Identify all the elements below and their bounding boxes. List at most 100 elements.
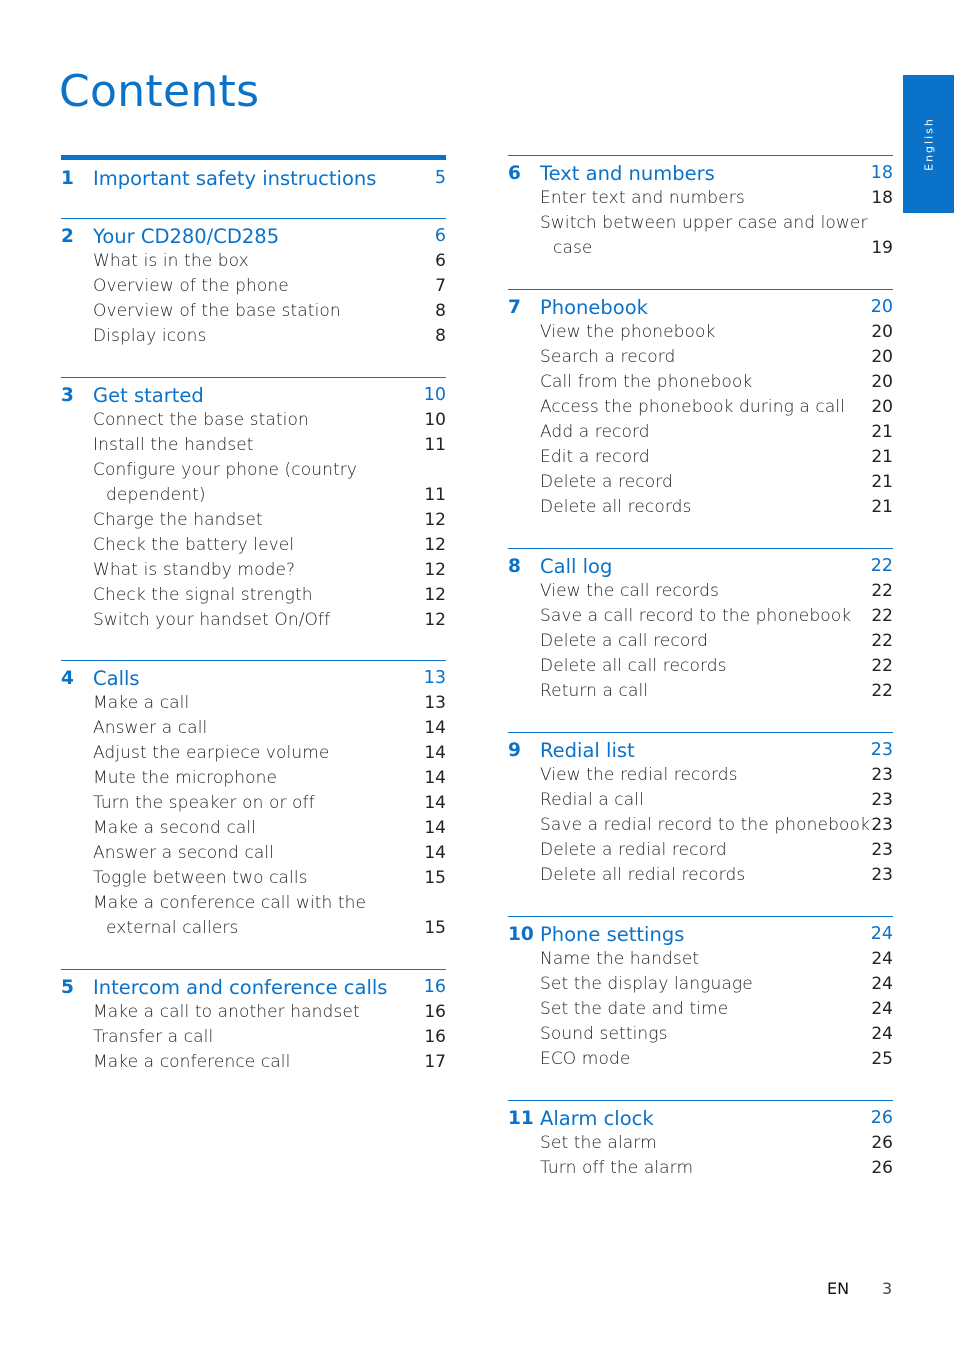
toc-item[interactable]: Delete a call record 22	[508, 629, 893, 654]
toc-item[interactable]: Enter text and numbers 18	[508, 186, 893, 211]
toc-item[interactable]: Set the date and time 24	[508, 997, 893, 1022]
toc-item[interactable]: Delete a redial record 23	[508, 838, 893, 863]
toc-section-heading[interactable]: 2 Your CD280/CD285 6	[61, 224, 446, 249]
toc-item-title-link[interactable]: Delete all call records	[540, 654, 727, 679]
toc-item[interactable]: Overview of the phone 7	[61, 274, 446, 299]
toc-item-title-link[interactable]: Set the alarm	[540, 1131, 657, 1156]
toc-item[interactable]: Set the alarm 26	[508, 1131, 893, 1156]
toc-item-title-link[interactable]: Charge the handset	[93, 508, 263, 533]
toc-item-title-link[interactable]: Delete all records	[540, 495, 692, 520]
toc-item-continuation[interactable]: external callers 15	[61, 916, 446, 941]
toc-section-heading[interactable]: 7 Phonebook 20	[508, 295, 893, 320]
toc-item[interactable]: Make a conference call with the	[61, 891, 446, 916]
toc-item[interactable]: Name the handset 24	[508, 947, 893, 972]
toc-section-heading[interactable]: 11 Alarm clock 26	[508, 1106, 893, 1131]
toc-item[interactable]: Answer a call 14	[61, 716, 446, 741]
toc-section-heading[interactable]: 9 Redial list 23	[508, 738, 893, 763]
toc-item-title-link[interactable]: Delete all redial records	[540, 863, 745, 888]
toc-section-heading[interactable]: 10 Phone settings 24	[508, 922, 893, 947]
toc-item-title-continuation[interactable]: case	[553, 236, 592, 261]
toc-item-title-link[interactable]: Display icons	[93, 324, 206, 349]
toc-item[interactable]: Answer a second call 14	[61, 841, 446, 866]
toc-item[interactable]: Search a record 20	[508, 345, 893, 370]
toc-item[interactable]: Delete all call records 22	[508, 654, 893, 679]
toc-section-heading[interactable]: 5 Intercom and conference calls 16	[61, 975, 446, 1000]
toc-item-title-link[interactable]: Enter text and numbers	[540, 186, 745, 211]
toc-section-heading[interactable]: 1 Important safety instructions 5	[61, 166, 446, 191]
toc-item-title-link[interactable]: Make a call to another handset	[93, 1000, 360, 1025]
toc-item-title-link[interactable]: ECO mode	[540, 1047, 630, 1072]
toc-item-title-link[interactable]: View the redial records	[540, 763, 738, 788]
toc-item[interactable]: Set the display language 24	[508, 972, 893, 997]
section-title-link[interactable]: Alarm clock	[540, 1106, 654, 1131]
toc-item[interactable]: Sound settings 24	[508, 1022, 893, 1047]
toc-item-title-link[interactable]: Delete a call record	[540, 629, 708, 654]
toc-item[interactable]: Display icons 8	[61, 324, 446, 349]
toc-item-title-link[interactable]: Overview of the phone	[93, 274, 289, 299]
toc-item[interactable]: Transfer a call 16	[61, 1025, 446, 1050]
toc-item-title-link[interactable]: Delete a redial record	[540, 838, 727, 863]
toc-item[interactable]: Turn the speaker on or off 14	[61, 791, 446, 816]
toc-item[interactable]: Redial a call 23	[508, 788, 893, 813]
toc-item[interactable]: Delete a record 21	[508, 470, 893, 495]
toc-item-title-link[interactable]: Check the battery level	[93, 533, 294, 558]
toc-section-heading[interactable]: 6 Text and numbers 18	[508, 161, 893, 186]
toc-item-title-link[interactable]: Set the display language	[540, 972, 753, 997]
toc-item-title-link[interactable]: Connect the base station	[93, 408, 309, 433]
toc-item-title-link[interactable]: Configure your phone (country	[93, 458, 357, 483]
toc-item-title-link[interactable]: Answer a call	[93, 716, 207, 741]
toc-item[interactable]: Adjust the earpiece volume 14	[61, 741, 446, 766]
toc-item-title-link[interactable]: Save a call record to the phonebook	[540, 604, 851, 629]
toc-item[interactable]: Overview of the base station 8	[61, 299, 446, 324]
toc-item[interactable]: Save a call record to the phonebook 22	[508, 604, 893, 629]
section-title-link[interactable]: Get started	[93, 383, 204, 408]
toc-item-title-link[interactable]: Turn the speaker on or off	[93, 791, 315, 816]
section-title-link[interactable]: Redial list	[540, 738, 635, 763]
toc-item[interactable]: View the call records 22	[508, 579, 893, 604]
toc-item-title-link[interactable]: What is in the box	[93, 249, 249, 274]
toc-item-title-link[interactable]: Make a call	[93, 691, 189, 716]
toc-item-title-link[interactable]: Switch your handset On/Off	[93, 608, 330, 633]
toc-item[interactable]: Make a call 13	[61, 691, 446, 716]
section-title-link[interactable]: Important safety instructions	[93, 166, 376, 191]
toc-item-title-link[interactable]: Name the handset	[540, 947, 699, 972]
toc-item[interactable]: Connect the base station 10	[61, 408, 446, 433]
toc-item-title-link[interactable]: What is standby mode?	[93, 558, 295, 583]
toc-item-title-link[interactable]: Turn off the alarm	[540, 1156, 693, 1181]
section-title-link[interactable]: Phone settings	[540, 922, 684, 947]
toc-item[interactable]: ECO mode 25	[508, 1047, 893, 1072]
toc-item[interactable]: View the phonebook 20	[508, 320, 893, 345]
toc-item-title-link[interactable]: Check the signal strength	[93, 583, 313, 608]
toc-item-title-link[interactable]: Sound settings	[540, 1022, 668, 1047]
section-title-link[interactable]: Text and numbers	[540, 161, 715, 186]
toc-section-heading[interactable]: 3 Get started 10	[61, 383, 446, 408]
toc-item-title-link[interactable]: Save a redial record to the phonebook	[540, 813, 870, 838]
toc-item[interactable]: Switch your handset On/Off 12	[61, 608, 446, 633]
toc-item[interactable]: Make a conference call 17	[61, 1050, 446, 1075]
section-title-link[interactable]: Calls	[93, 666, 140, 691]
toc-item[interactable]: Install the handset 11	[61, 433, 446, 458]
section-title-link[interactable]: Your CD280/CD285	[93, 224, 279, 249]
toc-item-title-link[interactable]: Make a conference call with the	[93, 891, 366, 916]
toc-section-heading[interactable]: 8 Call log 22	[508, 554, 893, 579]
toc-item[interactable]: Add a record 21	[508, 420, 893, 445]
section-title-link[interactable]: Phonebook	[540, 295, 648, 320]
toc-item[interactable]: Mute the microphone 14	[61, 766, 446, 791]
toc-item-title-link[interactable]: Install the handset	[93, 433, 254, 458]
toc-item[interactable]: Edit a record 21	[508, 445, 893, 470]
toc-item[interactable]: Make a second call 14	[61, 816, 446, 841]
toc-item[interactable]: View the redial records 23	[508, 763, 893, 788]
toc-item-title-link[interactable]: Adjust the earpiece volume	[93, 741, 329, 766]
toc-item[interactable]: Switch between upper case and lower	[508, 211, 893, 236]
toc-item[interactable]: Access the phonebook during a call 20	[508, 395, 893, 420]
toc-item-title-link[interactable]: Delete a record	[540, 470, 673, 495]
toc-item-continuation[interactable]: dependent) 11	[61, 483, 446, 508]
toc-item[interactable]: Check the signal strength 12	[61, 583, 446, 608]
toc-item[interactable]: Configure your phone (country	[61, 458, 446, 483]
toc-item-title-link[interactable]: Make a second call	[93, 816, 256, 841]
toc-item-title-link[interactable]: Toggle between two calls	[93, 866, 308, 891]
toc-item-title-continuation[interactable]: dependent)	[106, 483, 206, 508]
toc-item[interactable]: What is standby mode? 12	[61, 558, 446, 583]
toc-item[interactable]: Save a redial record to the phonebook 23	[508, 813, 893, 838]
toc-item-title-link[interactable]: Return a call	[540, 679, 648, 704]
